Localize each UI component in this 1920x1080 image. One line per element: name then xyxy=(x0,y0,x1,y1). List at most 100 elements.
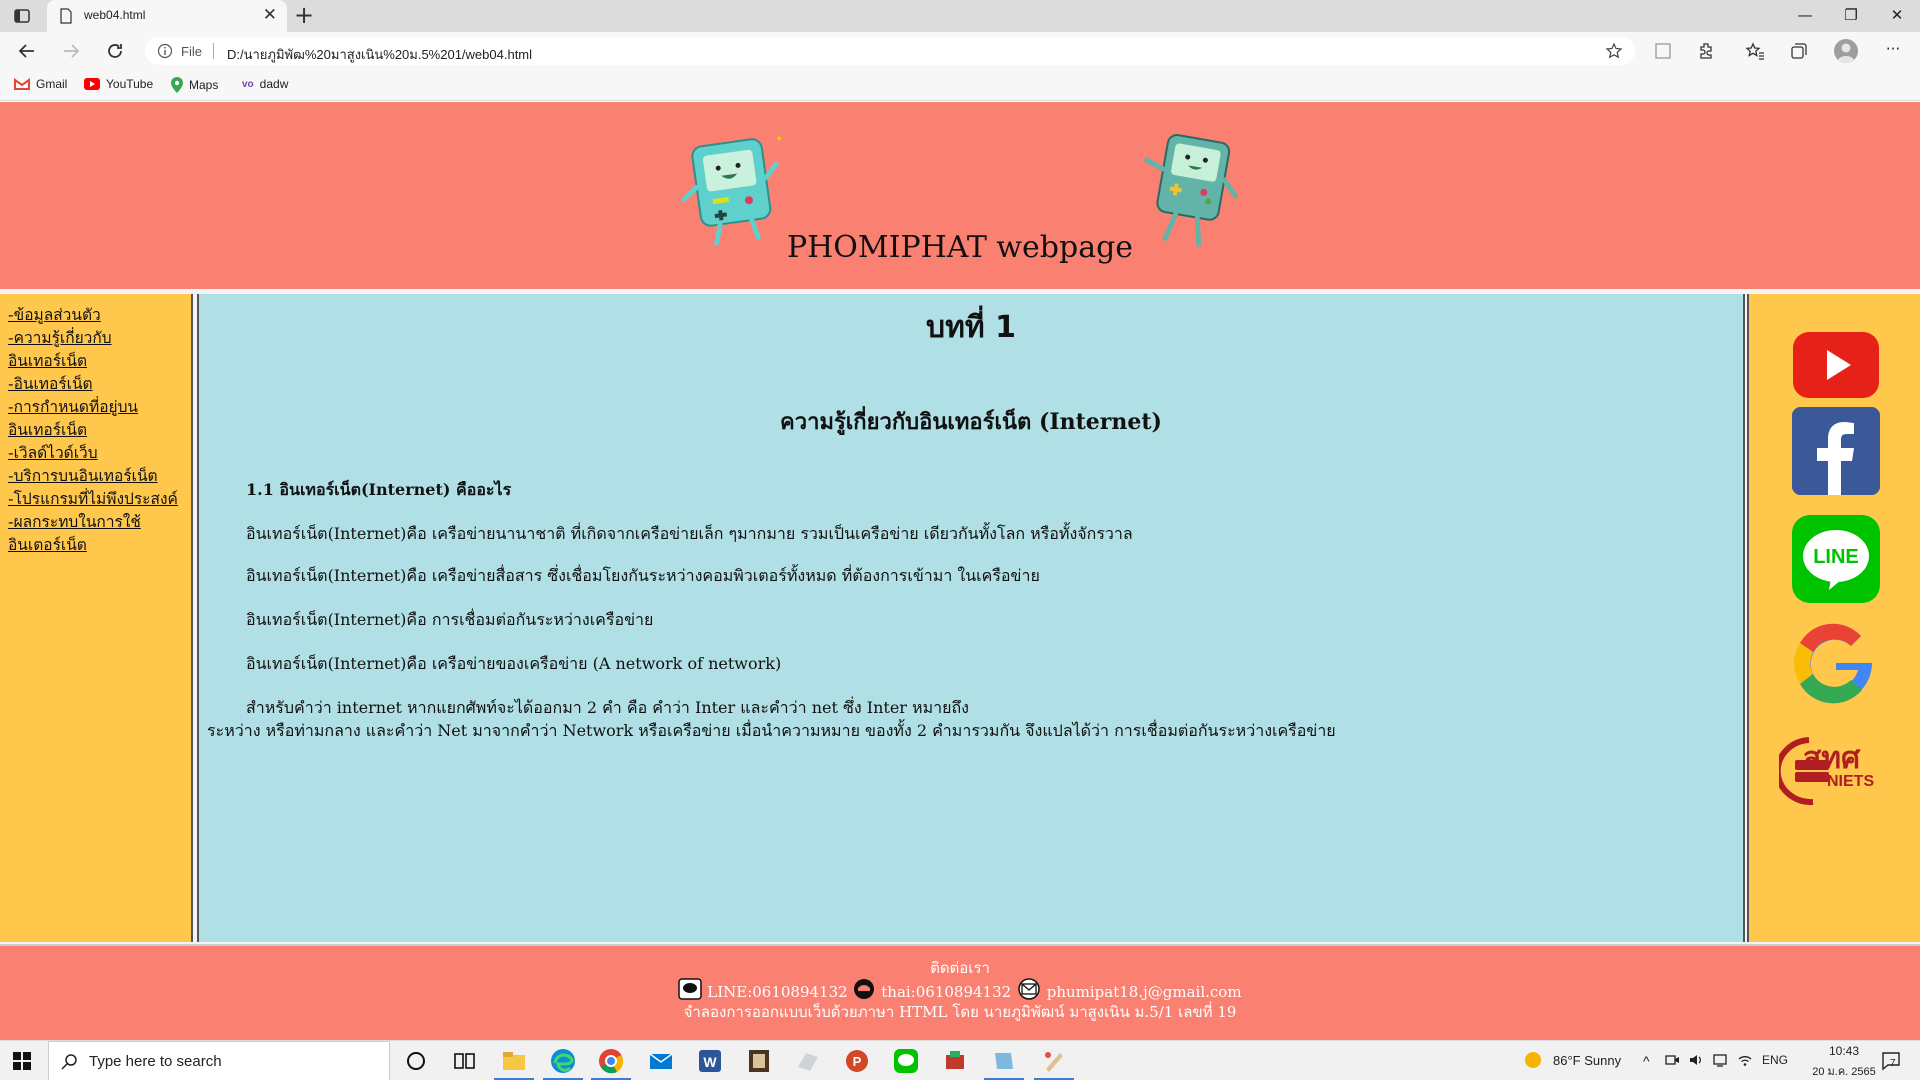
phone-contact: thai:0610894132 xyxy=(881,983,1012,1001)
notification-count: 7 xyxy=(1890,1058,1896,1069)
paragraph-2: อินเทอร์เน็ต(Internet)คือ เครือข่ายสื่อส… xyxy=(246,566,1040,585)
restore-icon[interactable]: ❐ xyxy=(1828,4,1874,26)
chapter-title: บทที่ 1 xyxy=(926,310,1016,345)
media-app-icon[interactable] xyxy=(745,1047,773,1075)
niets-thai-text: สทศ xyxy=(1803,741,1861,776)
main-content: บทที่ 1 ความรู้เกี่ยวกับอินเทอร์เน็ต (In… xyxy=(197,294,1745,942)
web-page: ✦ PHOMIPHAT webpage -ข้อมูลส่วนตัว -ความ… xyxy=(0,102,1920,1040)
youtube-icon[interactable] xyxy=(1791,322,1881,412)
line-contact-icon xyxy=(678,978,703,1000)
tab-actions-icon[interactable] xyxy=(13,7,31,25)
back-icon[interactable] xyxy=(16,40,38,62)
new-tab-icon[interactable]: + xyxy=(294,3,314,27)
bookmark-label: dadw xyxy=(259,77,289,91)
site-header: ✦ PHOMIPHAT webpage xyxy=(0,102,1920,289)
sidebar-item-personal-info[interactable]: -ข้อมูลส่วนตัว xyxy=(8,304,188,327)
sidebar-item-internet[interactable]: -อินเทอร์เน็ต xyxy=(8,373,188,396)
chrome-icon[interactable] xyxy=(597,1047,625,1075)
sidebar-item-malware[interactable]: -โปรแกรมที่ไม่พึงประสงค์ xyxy=(8,488,188,511)
footer-credit: จำลองการออกแบบเว็บด้วยภาษา HTML โดย นายภ… xyxy=(683,1003,1237,1021)
task-view-icon[interactable] xyxy=(450,1047,478,1075)
cortana-icon[interactable] xyxy=(402,1047,430,1075)
sidebar-item-www[interactable]: -เวิลด์ไวด์เว็บ xyxy=(8,442,188,465)
favorites-icon[interactable] xyxy=(1745,41,1765,61)
svg-text:✦: ✦ xyxy=(775,134,783,145)
wifi-icon[interactable] xyxy=(1737,1052,1753,1068)
search-placeholder: Type here to search xyxy=(89,1053,222,1070)
bookmark-dadw[interactable]: vo dadw xyxy=(242,77,288,91)
clock-time[interactable]: 10:43 xyxy=(1808,1044,1880,1058)
collections-icon[interactable] xyxy=(1789,41,1809,61)
close-tab-icon[interactable]: ✕ xyxy=(263,6,277,24)
dadw-icon: vo xyxy=(242,78,254,90)
show-hidden-icons-icon[interactable]: ^ xyxy=(1643,1053,1650,1069)
forward-icon[interactable] xyxy=(60,40,82,62)
meet-now-icon[interactable] xyxy=(1664,1052,1680,1068)
url-divider xyxy=(213,43,214,59)
windows-start-icon[interactable] xyxy=(13,1052,31,1070)
powerpoint-icon[interactable]: P xyxy=(843,1047,871,1075)
edge-icon[interactable] xyxy=(549,1047,577,1075)
bookmark-maps[interactable]: Maps xyxy=(171,77,218,93)
contact-row: LINE:0610894132 thai:0610894132 phumipat… xyxy=(0,978,1920,1001)
niets-logo[interactable]: สทศ NIETS xyxy=(1779,722,1889,812)
google-icon[interactable] xyxy=(1791,618,1881,708)
reader-icon[interactable] xyxy=(1653,41,1673,61)
section-heading: 1.1 อินเทอร์เน็ต(Internet) คืออะไร xyxy=(246,480,512,499)
add-favorite-icon[interactable] xyxy=(1605,42,1623,60)
info-icon[interactable] xyxy=(157,43,173,59)
address-toolbar: File D:/นายภูมิพัฒ%20มาสูงเนิน%20ม.5%201… xyxy=(0,32,1920,70)
line-icon[interactable]: LINE xyxy=(1791,514,1881,604)
gmail-icon xyxy=(14,78,30,90)
site-footer: ติดต่อเรา LINE:0610894132 thai:061089413… xyxy=(0,944,1920,1040)
contact-heading: ติดต่อเรา xyxy=(930,959,990,977)
game-app-icon[interactable] xyxy=(941,1047,969,1075)
svg-text:P: P xyxy=(853,1054,862,1069)
volume-icon[interactable] xyxy=(1688,1052,1704,1068)
browser-tab[interactable]: web04.html ✕ xyxy=(47,0,287,32)
mail-icon[interactable] xyxy=(647,1047,675,1075)
paint-icon[interactable] xyxy=(1040,1047,1068,1075)
url-text[interactable]: D:/นายภูมิพัฒ%20มาสูงเนิน%20ม.5%201/web0… xyxy=(227,44,532,65)
address-bar[interactable]: File D:/นายภูมิพัฒ%20มาสูงเนิน%20ม.5%201… xyxy=(145,37,1635,65)
email-icon xyxy=(1018,978,1040,1000)
close-window-icon[interactable]: ✕ xyxy=(1874,4,1920,26)
sidebar-item-addressing[interactable]: -การกำหนดที่อยู่บนอินเทอร์เน็ต xyxy=(8,396,188,442)
bookmark-label: YouTube xyxy=(106,77,154,91)
niets-text: NIETS xyxy=(1827,773,1874,790)
line-contact: LINE:0610894132 xyxy=(707,983,848,1001)
file-explorer-icon[interactable] xyxy=(500,1047,528,1075)
minimize-icon[interactable]: — xyxy=(1782,4,1828,26)
chapter-subtitle: ความรู้เกี่ยวกับอินเทอร์เน็ต (Internet) xyxy=(780,409,1162,435)
notepad-icon[interactable] xyxy=(990,1047,1018,1075)
facebook-icon[interactable] xyxy=(1791,406,1881,496)
network-icon[interactable] xyxy=(1712,1052,1728,1068)
whiteboard-icon[interactable] xyxy=(794,1047,822,1075)
weather-text[interactable]: 86°F Sunny xyxy=(1553,1053,1621,1068)
right-sidebar: LINE สทศ NIETS xyxy=(1747,294,1920,942)
sidebar-item-internet-knowledge[interactable]: -ความรู้เกี่ยวกับอินเทอร์เน็ต xyxy=(8,327,188,373)
extensions-icon[interactable] xyxy=(1697,41,1717,61)
paragraph-1: อินเทอร์เน็ต(Internet)คือ เครือข่ายนานาช… xyxy=(246,524,1133,543)
phone-icon xyxy=(854,979,875,999)
more-menu-icon[interactable]: ··· xyxy=(1870,38,1916,60)
sidebar-item-impact[interactable]: -ผลกระทบในการใช้อินเตอร์เน็ต xyxy=(8,511,188,557)
taskbar-search[interactable]: Type here to search xyxy=(48,1041,390,1080)
refresh-icon[interactable] xyxy=(104,40,126,62)
bookmark-label: Maps xyxy=(189,78,219,92)
input-language[interactable]: ENG xyxy=(1762,1053,1788,1067)
search-icon xyxy=(61,1054,77,1070)
clock-date[interactable]: 20 ม.ค. 2565 xyxy=(1800,1062,1888,1080)
weather-sun-icon xyxy=(1525,1052,1541,1068)
paragraph-4: อินเทอร์เน็ต(Internet)คือ เครือข่ายของเค… xyxy=(246,654,782,673)
profile-avatar-icon[interactable] xyxy=(1834,39,1858,63)
paragraph-5-line-2: ระหว่าง หรือท่ามกลาง และคำว่า Net มาจากค… xyxy=(207,721,1336,740)
browser-tab-strip: web04.html ✕ + — ❐ ✕ xyxy=(0,0,1920,32)
word-icon[interactable]: W xyxy=(696,1047,724,1075)
line-app-icon[interactable] xyxy=(892,1047,920,1075)
bookmark-youtube[interactable]: YouTube xyxy=(84,77,153,91)
tab-title: web04.html xyxy=(84,8,146,22)
sidebar-item-services[interactable]: -บริการบนอินเทอร์เน็ต xyxy=(8,465,188,488)
bookmarks-bar: Gmail YouTube Maps vo dadw xyxy=(0,70,1920,101)
bookmark-gmail[interactable]: Gmail xyxy=(14,77,67,91)
